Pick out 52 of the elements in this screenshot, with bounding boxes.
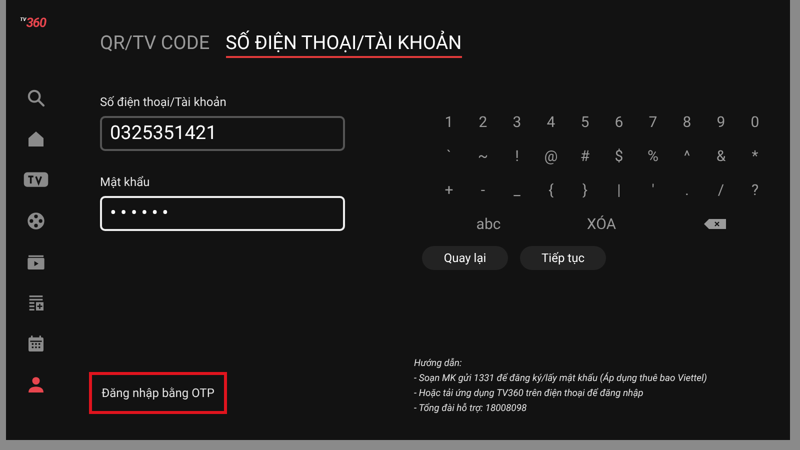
keyboard-key[interactable]: 8	[670, 105, 704, 139]
keyboard-key[interactable]: @	[534, 139, 568, 173]
keyboard-key[interactable]: {	[534, 173, 568, 207]
search-icon[interactable]	[26, 88, 46, 108]
tv-icon[interactable]	[23, 170, 49, 190]
input-field[interactable]: 0325351421	[100, 116, 345, 151]
keyboard-key[interactable]: -	[466, 173, 500, 207]
help-text: - Soạn MK gửi 1331 để đăng ký/lấy mật khẩu (Áp dụng thuê bao Viettel)	[414, 371, 707, 386]
keyboard-key[interactable]: 4	[534, 105, 568, 139]
keyboard-key[interactable]: XÓA	[545, 207, 658, 241]
field-label: Mật khẩu	[100, 175, 151, 189]
field-label: Số điện thoại/Tài khoản	[100, 95, 228, 109]
keyboard-key[interactable]: !	[500, 139, 534, 173]
keyboard-key[interactable]: %	[636, 139, 670, 173]
input-field[interactable]: ••••••	[100, 196, 345, 231]
user-icon[interactable]	[26, 374, 46, 394]
keyboard-key[interactable]: ~	[466, 139, 500, 173]
backspace-icon	[704, 219, 726, 229]
help-title: Hướng dẫn:	[414, 357, 463, 371]
keyboard-key[interactable]: abc	[432, 207, 545, 241]
keyboard-key[interactable]: 0	[738, 105, 772, 139]
action-button[interactable]: Tiếp tục	[520, 246, 606, 270]
tab[interactable]: QR/TV CODE	[100, 30, 210, 58]
keyboard-key[interactable]: 9	[704, 105, 738, 139]
keyboard-key[interactable]: +	[432, 173, 466, 207]
keyboard-key[interactable]: #	[568, 139, 602, 173]
keyboard-key[interactable]: `	[432, 139, 466, 173]
help-text: - Tổng đài hỗ trợ: 18008098	[414, 402, 528, 416]
keyboard-key[interactable]: '	[636, 173, 670, 207]
keyboard-key[interactable]: |	[602, 173, 636, 207]
keyboard-key[interactable]: _	[500, 173, 534, 207]
keyboard-key[interactable]: &	[704, 139, 738, 173]
keyboard-key[interactable]: /	[704, 173, 738, 207]
keyboard-key[interactable]: 2	[466, 105, 500, 139]
otp-login-link[interactable]: Đăng nhập bằng OTP	[89, 372, 227, 414]
film-reel-icon[interactable]	[26, 210, 46, 230]
keyboard-key[interactable]: *	[738, 139, 772, 173]
help-text: - Hoặc tải ứng dụng TV360 trên điện thoại để đăng nhập	[414, 387, 644, 401]
calendar-icon[interactable]	[26, 334, 46, 354]
keyboard-key[interactable]: 7	[636, 105, 670, 139]
keyboard-key[interactable]: 3	[500, 105, 534, 139]
keyboard-key[interactable]: .	[670, 173, 704, 207]
tab[interactable]: SỐ ĐIỆN THOẠI/TÀI KHOẢN	[226, 30, 462, 58]
action-button[interactable]: Quay lại	[422, 246, 508, 270]
keyboard-key[interactable]: ?	[738, 173, 772, 207]
keyboard-key[interactable]: ^	[670, 139, 704, 173]
keyboard-key[interactable]: 6	[602, 105, 636, 139]
keyboard-key[interactable]: 1	[432, 105, 466, 139]
keyboard-key[interactable]: 5	[568, 105, 602, 139]
keyboard-key[interactable]: $	[602, 139, 636, 173]
home-icon[interactable]	[26, 128, 46, 148]
keyboard-key[interactable]: }	[568, 173, 602, 207]
